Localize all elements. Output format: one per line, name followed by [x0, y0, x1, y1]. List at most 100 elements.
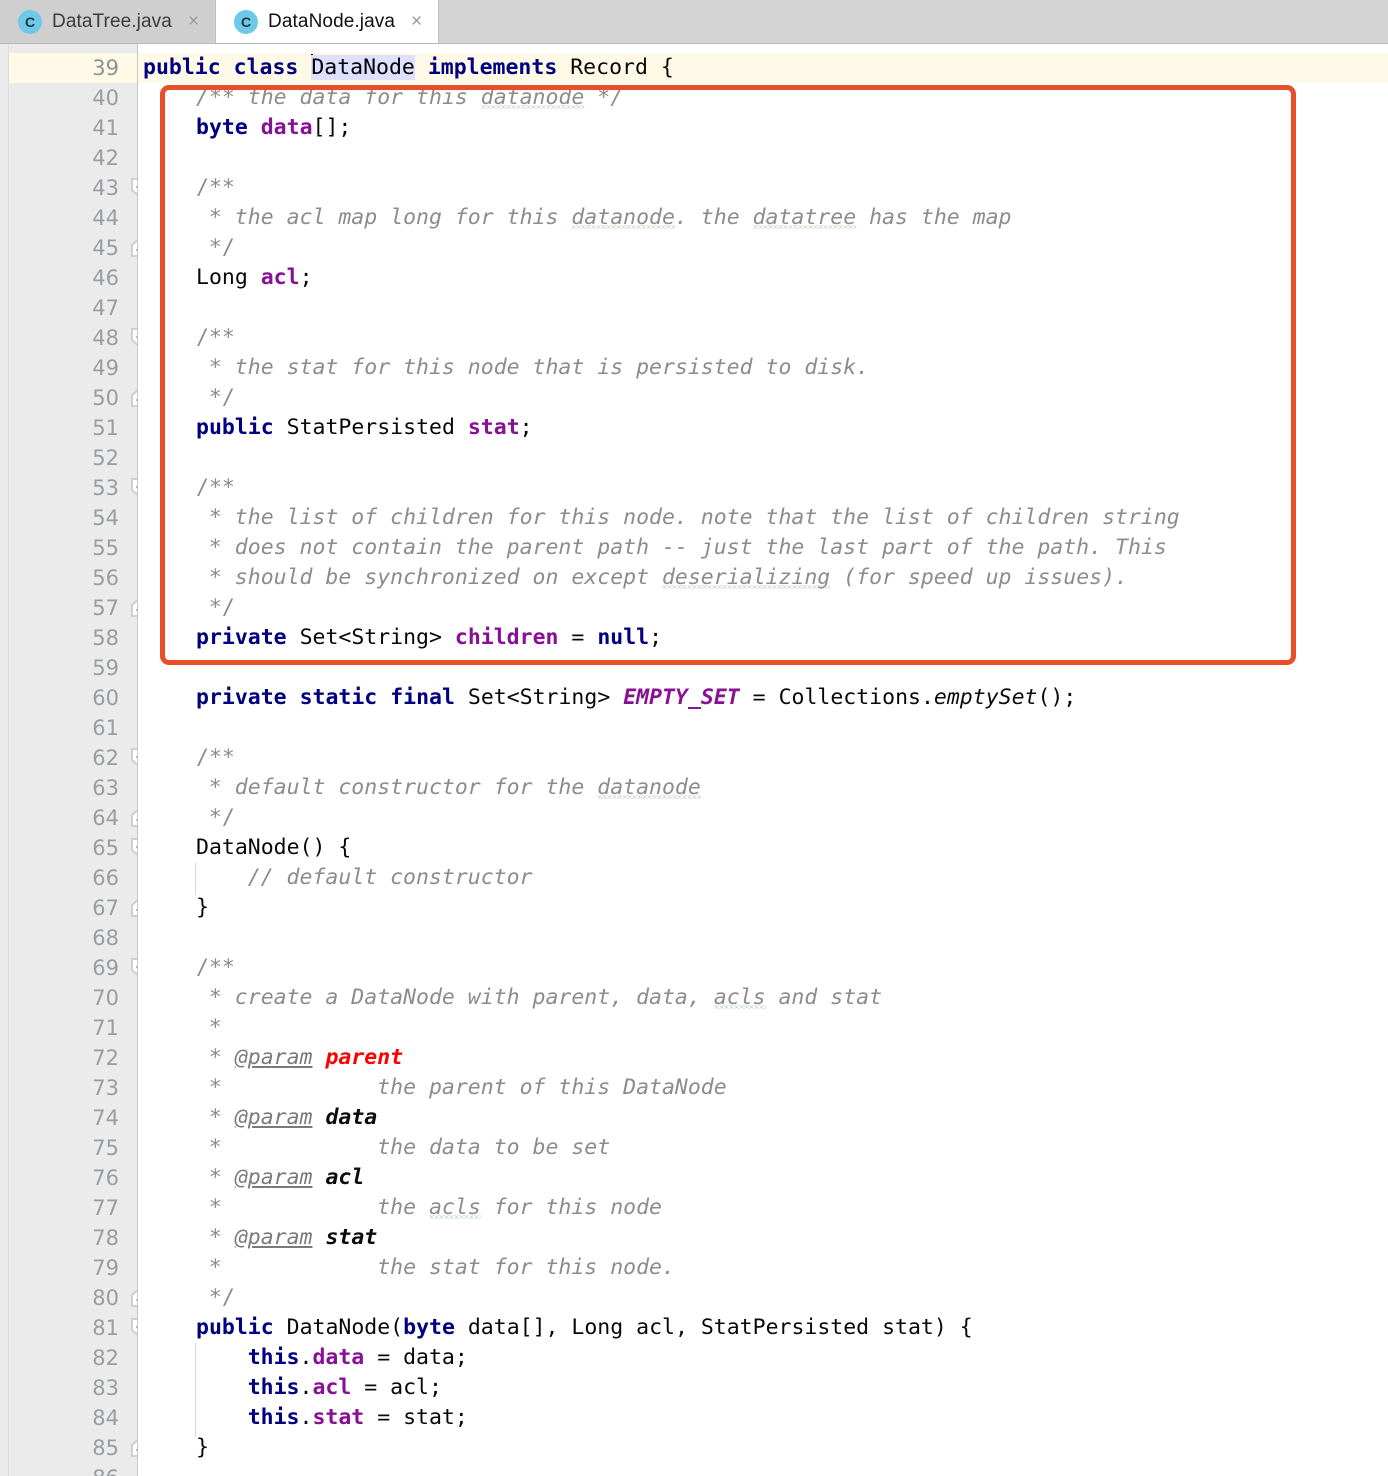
code-line[interactable]: * the stat for this node that is persist… [209, 353, 869, 383]
code-line[interactable]: * [209, 1013, 222, 1043]
code-line[interactable]: /** [196, 173, 235, 203]
tab-bar-empty-space [439, 0, 1388, 43]
code-line[interactable]: * the stat for this node. [209, 1253, 675, 1283]
line-number: 81 [92, 1316, 119, 1340]
line-number: 55 [92, 536, 119, 560]
code-line[interactable]: } [196, 893, 209, 923]
line-number: 79 [92, 1256, 119, 1280]
line-number: 49 [92, 356, 119, 380]
java-class-icon: C [18, 9, 42, 34]
line-number: 63 [92, 776, 119, 800]
close-icon[interactable]: × [411, 12, 422, 31]
line-number: 74 [92, 1106, 119, 1130]
line-number: 69 [92, 956, 119, 980]
code-line[interactable]: * should be synchronized on except deser… [209, 563, 1128, 593]
code-line[interactable]: public DataNode(byte data[], Long acl, S… [196, 1313, 973, 1343]
editor-tab-bar: C DataTree.java × C DataNode.java × [0, 0, 1388, 44]
line-number: 59 [92, 656, 119, 680]
line-number: 85 [92, 1436, 119, 1460]
code-line[interactable]: this.stat = stat; [248, 1403, 468, 1433]
code-line[interactable]: * @param parent [209, 1043, 403, 1073]
line-number: 44 [92, 206, 119, 230]
line-number: 61 [92, 716, 119, 740]
code-line[interactable]: /** [196, 323, 235, 353]
close-icon[interactable]: × [188, 12, 199, 31]
code-line[interactable]: byte data[]; [196, 113, 351, 143]
line-number: 66 [92, 866, 119, 890]
code-line[interactable]: private Set<String> children = null; [196, 623, 662, 653]
line-number: 53 [92, 476, 119, 500]
line-number: 39 [92, 56, 119, 80]
code-line[interactable]: private static final Set<String> EMPTY_S… [196, 683, 1076, 713]
code-line[interactable]: public StatPersisted stat; [196, 413, 533, 443]
line-number: 76 [92, 1166, 119, 1190]
line-number: 65 [92, 836, 119, 860]
line-number: 52 [92, 446, 119, 470]
code-line[interactable]: Long acl; [196, 263, 313, 293]
code-line[interactable]: * the parent of this DataNode [209, 1073, 727, 1103]
code-line[interactable]: /** [196, 473, 235, 503]
line-number: 48 [92, 326, 119, 350]
code-line[interactable]: */ [209, 383, 235, 413]
line-number: 70 [92, 986, 119, 1010]
tab-label: DataNode.java [268, 10, 396, 32]
line-number: 58 [92, 626, 119, 650]
line-number: 80 [92, 1286, 119, 1310]
line-number: 51 [92, 416, 119, 440]
tab-datanode-java[interactable]: C DataNode.java × [216, 0, 440, 43]
code-line[interactable]: /** [196, 743, 235, 773]
code-line[interactable]: * default constructor for the datanode [209, 773, 701, 803]
code-line[interactable]: this.data = data; [248, 1343, 468, 1373]
code-line[interactable]: * the list of children for this node. no… [209, 503, 1180, 533]
code-line[interactable]: * @param stat [209, 1223, 377, 1253]
code-line[interactable]: * the data to be set [209, 1133, 610, 1163]
code-line[interactable]: * does not contain the parent path -- ju… [209, 533, 1167, 563]
code-line[interactable]: DataNode() { [196, 833, 351, 863]
code-line[interactable]: /** [196, 953, 235, 983]
indent-guide [195, 1343, 196, 1437]
code-line[interactable]: public class DataNode implements Record … [143, 53, 674, 83]
code-line[interactable]: * the acls for this node [209, 1193, 662, 1223]
indent-guide [195, 863, 196, 895]
code-editor[interactable]: 39 40 41 42 43 44 45 46 47 48 49 50 51 52 53 54 55 56 57 58… [0, 44, 1388, 1476]
line-number: 56 [92, 566, 119, 590]
line-number: 78 [92, 1226, 119, 1250]
code-line[interactable]: * @param data [209, 1103, 377, 1133]
code-line[interactable]: */ [209, 593, 235, 623]
line-number: 50 [92, 386, 119, 410]
line-number: 47 [92, 296, 119, 320]
line-number: 45 [92, 236, 119, 260]
code-line[interactable]: */ [209, 233, 235, 263]
code-line[interactable]: } [196, 1433, 209, 1463]
line-number: 54 [92, 506, 119, 530]
line-number: 42 [92, 146, 119, 170]
line-number: 41 [92, 116, 119, 140]
line-number: 75 [92, 1136, 119, 1160]
code-line[interactable]: * @param acl [209, 1163, 364, 1193]
line-number: 60 [92, 686, 119, 710]
line-number: 67 [92, 896, 119, 920]
code-line[interactable]: */ [209, 1283, 235, 1313]
code-line[interactable]: this.acl = acl; [248, 1373, 442, 1403]
line-number: 68 [92, 926, 119, 950]
line-number: 43 [92, 176, 119, 200]
line-number: 82 [92, 1346, 119, 1370]
code-line[interactable]: * create a DataNode with parent, data, a… [209, 983, 882, 1013]
code-line[interactable]: * the acl map long for this datanode. th… [209, 203, 1012, 233]
line-number: 71 [92, 1016, 119, 1040]
line-number: 83 [92, 1376, 119, 1400]
line-number: 46 [92, 266, 119, 290]
editor-left-annotation-strip [0, 44, 9, 1476]
line-number-gutter[interactable]: 39 40 41 42 43 44 45 46 47 48 49 50 51 52 53 54 55 56 57 58… [9, 44, 149, 1476]
line-number: 62 [92, 746, 119, 770]
code-line[interactable]: // default constructor [248, 863, 533, 893]
line-number: 57 [92, 596, 119, 620]
code-content-area[interactable]: public class DataNode implements Record … [138, 44, 1388, 1476]
line-number: 72 [92, 1046, 119, 1070]
code-line[interactable]: /** the data for this datanode */ [196, 83, 623, 113]
tab-datatree-java[interactable]: C DataTree.java × [0, 0, 217, 43]
line-number: 77 [92, 1196, 119, 1220]
line-number: 40 [92, 86, 119, 110]
code-line[interactable]: */ [209, 803, 235, 833]
line-number: 64 [92, 806, 119, 830]
